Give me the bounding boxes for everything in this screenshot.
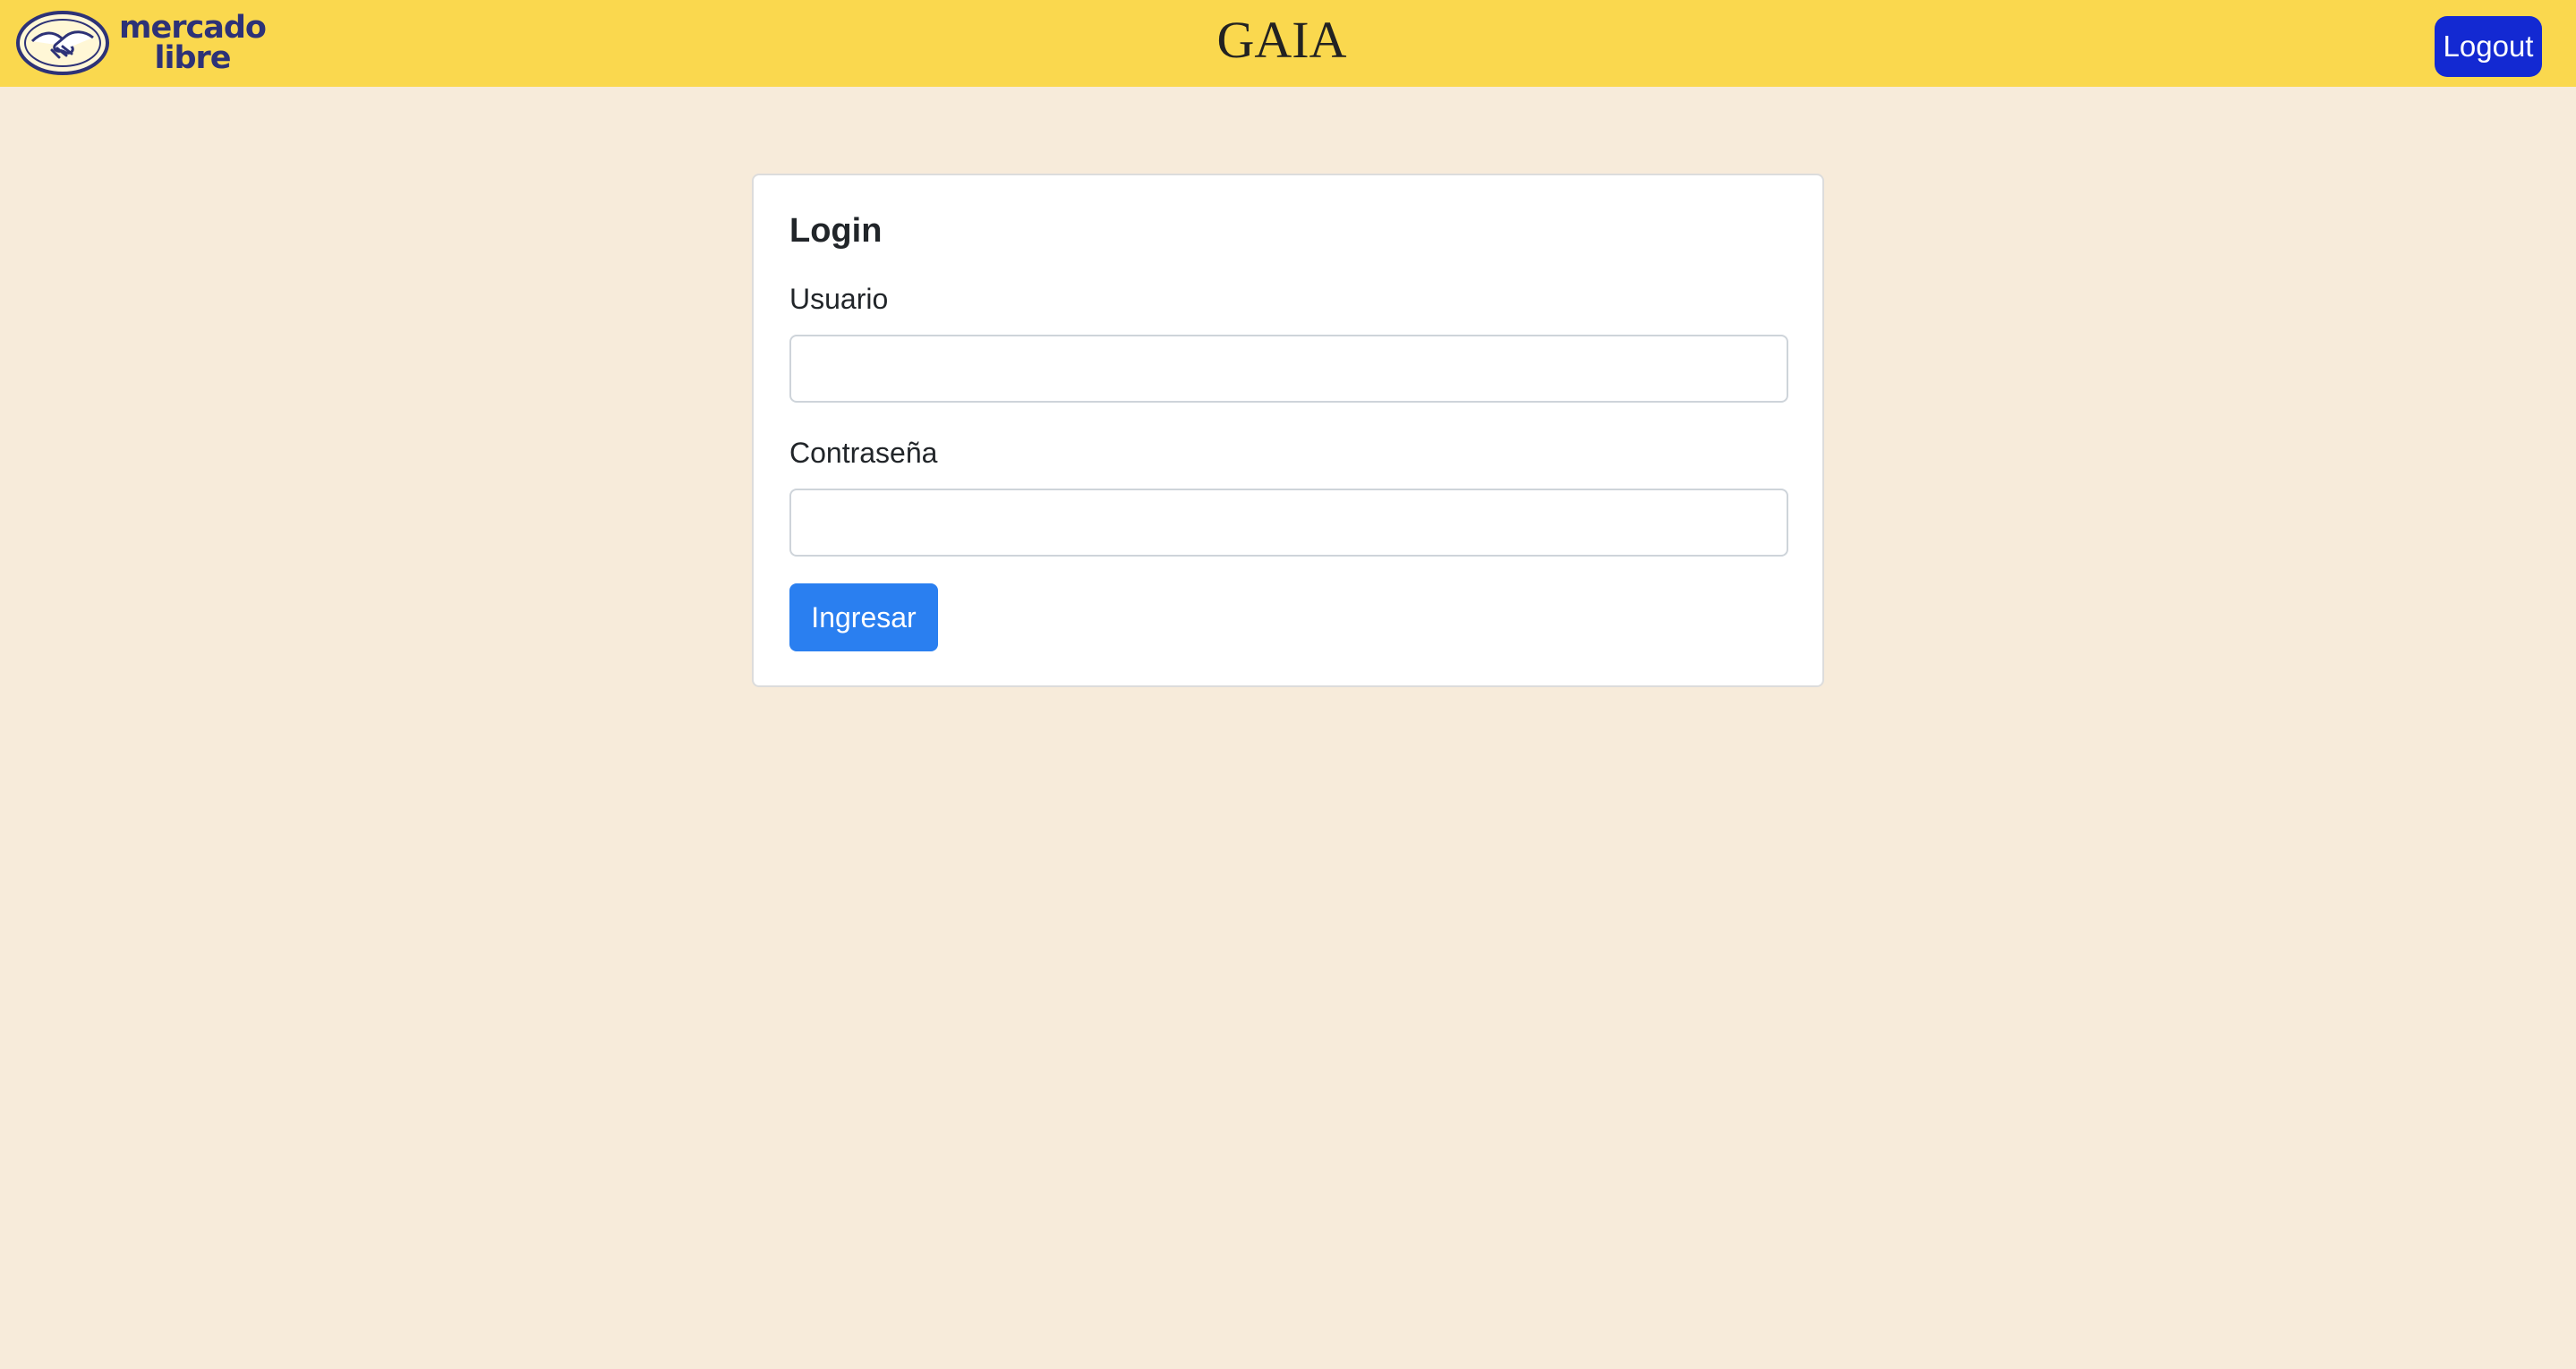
app-title: GAIA bbox=[1216, 11, 1347, 69]
mercado-libre-logo[interactable]: mercado libre bbox=[16, 11, 267, 75]
logo-wordmark: mercado libre bbox=[116, 10, 269, 76]
username-input[interactable] bbox=[789, 335, 1788, 403]
login-card: Login Usuario Contraseña Ingresar bbox=[752, 174, 1824, 687]
password-input[interactable] bbox=[789, 489, 1788, 557]
handshake-icon bbox=[16, 11, 109, 75]
login-submit-button[interactable]: Ingresar bbox=[789, 583, 938, 651]
top-header: mercado libre GAIA Logout bbox=[0, 0, 2576, 87]
username-label: Usuario bbox=[789, 283, 889, 315]
logo-line-2: libre bbox=[154, 40, 231, 76]
logo-line-1: mercado bbox=[119, 10, 267, 46]
logout-button[interactable]: Logout bbox=[2435, 16, 2542, 77]
login-title: Login bbox=[789, 212, 883, 250]
password-label: Contraseña bbox=[789, 437, 938, 469]
